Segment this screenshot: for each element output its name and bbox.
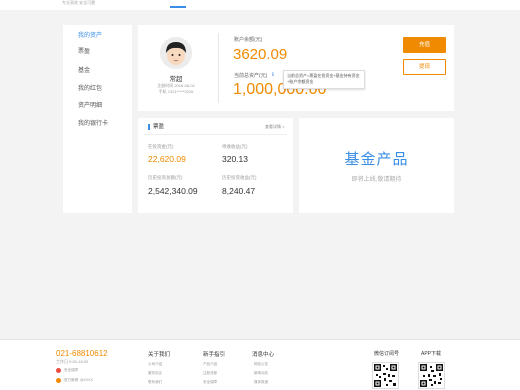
phone-number: 手机 1321*****3226 (158, 89, 194, 94)
total-assets-tooltip: 当前总资产=票盈在投资金+基金持有资金+账户余额资金 (283, 70, 365, 89)
sidebar-item-piaoying[interactable]: 票盈 (78, 48, 90, 56)
footer-link[interactable]: 安全保障 (203, 380, 217, 385)
card-divider (144, 134, 287, 135)
account-summary-card: 常超 注册时间 2016-08-02 手机 1321*****3226 账户余额… (138, 25, 454, 111)
hotline-number: 021-68810612 (56, 349, 108, 358)
invested-label: 在投资金(元) (148, 144, 174, 149)
weibo-text[interactable]: 官方微博: @XXXX (64, 378, 93, 383)
sidebar-item-fund[interactable]: 基金 (78, 67, 90, 75)
qr-code-icon (374, 364, 397, 387)
footer-link[interactable]: 媒体报道 (254, 380, 268, 385)
fund-product-subtitle: 即将上线,敬请期待 (351, 177, 402, 183)
info-icon[interactable]: ℹ (272, 72, 274, 78)
total-income-value: 8,240.47 (222, 186, 256, 196)
app-download-title: APP下载 (421, 351, 442, 357)
fund-product-card: 基金产品 即将上线,敬请期待 (299, 118, 454, 213)
vertical-divider (218, 33, 219, 103)
app-download-qr-code (418, 362, 445, 389)
piaoying-card: 票盈 查看详情 > 在投资金(元) 22,620.09 待收收益(元) 320.… (138, 118, 293, 213)
top-header: 专业高效 安全可靠 (0, 0, 520, 10)
view-details-link[interactable]: 查看详情 > (265, 124, 284, 130)
pending-income-value: 320.13 (222, 154, 248, 164)
qr-code-icon (420, 364, 443, 387)
footer: 021-68810612 工作日 9:00-18:00 安全保障 官方微博: @… (0, 339, 520, 390)
footer-link[interactable]: 网站公告 (254, 362, 268, 367)
footer-link[interactable]: 服务协议 (148, 371, 162, 376)
avatar (160, 37, 192, 69)
avatar-face-icon (160, 37, 192, 69)
footer-link[interactable]: 联系我们 (148, 380, 162, 385)
footer-about-title: 关于我们 (148, 352, 171, 358)
footer-link[interactable]: 注册流程 (203, 371, 217, 376)
total-income-label: 历史投资收益(元) (222, 175, 257, 180)
footer-link[interactable]: 新闻动态 (254, 371, 268, 376)
balance-label: 账户余额(元) (234, 37, 263, 43)
sidebar-item-red-packets[interactable]: 我的红包 (78, 85, 102, 93)
security-icon (56, 368, 61, 373)
sidebar-item-my-assets[interactable]: 我的资产 (78, 32, 102, 40)
sidebar-item-bank-cards[interactable]: 我的银行卡 (78, 120, 108, 128)
sidebar-item-asset-details[interactable]: 资产明细 (78, 102, 102, 110)
piaoying-card-title: 票盈 (148, 124, 164, 130)
footer-news-title: 消息中心 (252, 352, 275, 358)
invested-value: 22,620.09 (148, 154, 186, 164)
balance-value: 3620.09 (233, 46, 288, 63)
active-nav-indicator (170, 6, 186, 8)
fund-product-title: 基金产品 (344, 151, 409, 168)
total-assets-label: 当前总资产(元) (234, 73, 268, 79)
username: 常超 (169, 76, 183, 83)
weibo-icon (56, 378, 61, 383)
recharge-button[interactable]: 充值 (403, 37, 446, 53)
footer-guide-title: 新手指引 (203, 352, 226, 358)
footer-link[interactable]: 公司介绍 (148, 362, 162, 367)
pending-income-label: 待收收益(元) (222, 144, 248, 149)
security-text: 安全保障 (64, 368, 78, 372)
logo-subtitle: 专业高效 安全可靠 (62, 0, 96, 5)
footer-link[interactable]: 产品介绍 (203, 362, 217, 367)
sidebar: 我的资产 票盈 基金 我的红包 资产明细 我的银行卡 (63, 25, 132, 213)
wechat-qr-code (372, 362, 399, 389)
total-invested-label: 历史投资总额(元) (148, 175, 183, 180)
wechat-qr-title: 微信订阅号 (374, 351, 400, 357)
service-hours: 工作日 9:00-18:00 (56, 359, 89, 364)
total-invested-value: 2,542,340.09 (148, 186, 198, 196)
withdraw-button[interactable]: 提现 (403, 59, 446, 75)
